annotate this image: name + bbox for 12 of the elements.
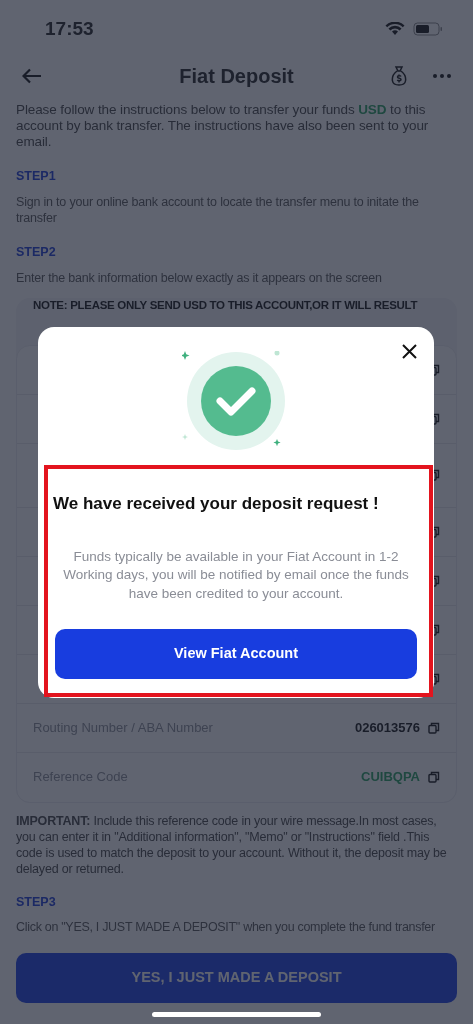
modal-title: We have received your deposit request ! bbox=[52, 493, 379, 515]
view-account-button[interactable]: View Fiat Account bbox=[55, 629, 417, 679]
step-heading: STEP1 bbox=[16, 168, 57, 185]
field-value: 026013576 bbox=[354, 718, 420, 737]
note-text: NOTE: PLEASE ONLY SEND USD TO THIS ACCOUNT,OR IT WILL RESULT bbox=[33, 297, 418, 312]
step-heading: STEP3 bbox=[16, 893, 57, 911]
field-value: CUIBQPA bbox=[361, 768, 420, 787]
close-icon[interactable] bbox=[402, 344, 417, 359]
modal-message: Funds typically be available in your Fiat Account in 1-2 Working days, you will be notified by email once the funds have been credited to your account. bbox=[62, 547, 410, 603]
page-title: Fiat Deposit bbox=[178, 64, 295, 89]
status-time: 17:53 bbox=[45, 16, 94, 41]
step-heading: STEP2 bbox=[16, 243, 57, 261]
